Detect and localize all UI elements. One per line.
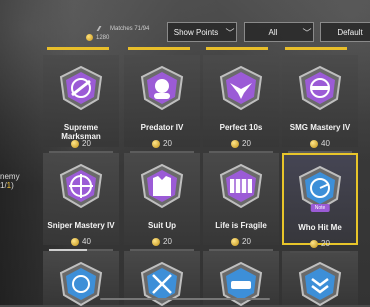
scope-icon xyxy=(59,163,103,209)
chevron-down-icon: ﹀ xyxy=(302,27,312,38)
target-pistol-icon xyxy=(59,65,103,111)
achievement-reward: 20 xyxy=(124,139,200,148)
row-top-divider xyxy=(206,47,268,50)
achievement-reward: 20 xyxy=(203,139,279,148)
achievement-card[interactable]: Life is Fragile 20 xyxy=(203,153,279,251)
coin-icon xyxy=(86,34,93,41)
achievement-name: Sniper Mastery IV xyxy=(47,221,115,230)
category-dropdown-label: All xyxy=(268,27,278,37)
achievement-card[interactable] xyxy=(203,251,279,307)
achievement-reward: 20 xyxy=(284,239,356,248)
achievement-card[interactable]: SMG Mastery IV 40 xyxy=(282,55,358,153)
coin-icon xyxy=(71,139,80,148)
achievement-card[interactable] xyxy=(124,251,200,307)
coin-icon xyxy=(310,239,319,248)
achievement-name: SMG Mastery IV xyxy=(289,123,351,132)
vest-icon xyxy=(140,163,184,209)
vehicle-icon xyxy=(219,261,263,307)
achievement-name: Perfect 10s xyxy=(219,123,263,132)
crate-icon xyxy=(219,163,263,209)
left-edge-text: nemy 1/1) xyxy=(0,172,20,190)
coin-icon xyxy=(71,237,80,246)
achievement-name: Suit Up xyxy=(148,221,176,230)
achievement-card[interactable] xyxy=(282,251,358,307)
coin-icon xyxy=(152,139,161,148)
achievement-card[interactable]: Predator IV 20 xyxy=(124,55,200,153)
row-top-divider xyxy=(128,47,190,50)
scroll-indicator xyxy=(100,298,270,300)
soldier-head-icon xyxy=(140,65,184,111)
achievement-card[interactable]: Supreme Marksman 20 xyxy=(43,55,119,153)
order-dropdown-label: Default xyxy=(337,27,363,37)
achievement-card[interactable]: Sniper Mastery IV 40 xyxy=(43,153,119,251)
achievement-reward: 20 xyxy=(203,237,279,246)
crosshair-smg-icon xyxy=(298,65,342,111)
achievement-reward: 20 xyxy=(43,139,119,148)
coin-balance: 1280 xyxy=(96,34,110,41)
achievement-reward: 20 xyxy=(124,237,200,246)
left-edge-line: nemy xyxy=(0,172,20,181)
achievement-reward: 40 xyxy=(43,237,119,246)
sort-dropdown[interactable]: Show Points ﹀ xyxy=(167,22,237,42)
achievement-card[interactable]: Perfect 10s 20 xyxy=(203,55,279,153)
coin-icon xyxy=(152,237,161,246)
order-dropdown[interactable]: Default xyxy=(320,22,370,42)
coin-icon xyxy=(310,139,319,148)
flying-bird-icon xyxy=(219,65,263,111)
achievement-card[interactable]: Suit Up 20 xyxy=(124,153,200,251)
achievement-name: Who Hit Me xyxy=(298,223,342,232)
left-edge-count: 1/1) xyxy=(0,181,14,190)
row-top-divider xyxy=(285,47,347,50)
pin-icon xyxy=(96,26,109,31)
achievement-card-selected[interactable]: Note Who Hit Me 20 xyxy=(282,153,358,253)
coin-icon xyxy=(231,139,240,148)
chevron-down-icon: ﹀ xyxy=(225,27,235,38)
note-tag: Note xyxy=(310,204,330,212)
achievement-reward: 40 xyxy=(282,139,358,148)
target-icon xyxy=(59,261,103,307)
category-dropdown[interactable]: All ﹀ xyxy=(244,22,314,42)
coin-icon xyxy=(231,237,240,246)
achievement-name: Life is Fragile xyxy=(215,221,267,230)
row-top-divider xyxy=(47,47,109,50)
achievement-name: Predator IV xyxy=(140,123,184,132)
matches-count: Matches 71/94 xyxy=(110,25,150,32)
crossed-guns-icon xyxy=(140,261,184,307)
sort-dropdown-label: Show Points xyxy=(173,27,219,37)
achievement-card[interactable] xyxy=(43,251,119,307)
chevrons-icon xyxy=(298,261,342,307)
header-info: Matches 71/94 1280 xyxy=(86,24,149,42)
